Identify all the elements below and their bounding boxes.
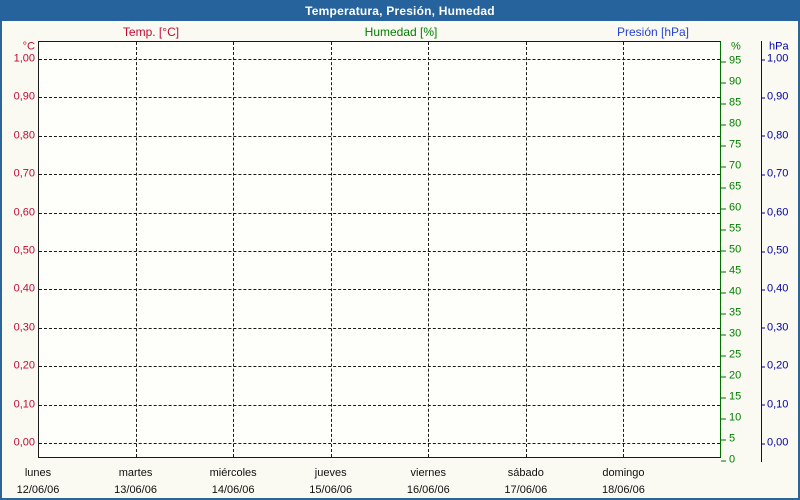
day-date: 17/06/06 — [504, 484, 548, 496]
temperature-axis-tick-label: 1,00 — [13, 52, 35, 65]
plot-area — [38, 41, 721, 458]
horizontal-gridline — [39, 366, 720, 368]
day-name: viernes — [410, 467, 447, 479]
day-date: 13/06/06 — [114, 484, 157, 496]
pressure-axis-tick-label: 0,40 — [761, 283, 788, 295]
temperature-axis-tick-label: 0,10 — [13, 398, 35, 411]
pressure-axis-tick-label: 0,90 — [761, 91, 788, 103]
humidity-axis-tick-label: 55 — [721, 223, 741, 235]
vertical-gridline — [135, 42, 137, 457]
humidity-axis-tick-label: 80 — [721, 118, 741, 130]
day-name: martes — [118, 467, 153, 479]
humidity-axis-tick-label: 35 — [721, 307, 741, 319]
horizontal-gridline — [39, 289, 720, 291]
temperature-axis-tick-label: 0,30 — [13, 321, 35, 334]
vertical-gridline — [330, 42, 332, 457]
humidity-axis-tick-label: 90 — [721, 76, 741, 88]
humidity-axis-tick-label: 15 — [721, 391, 741, 403]
horizontal-gridline — [39, 443, 720, 444]
humidity-axis-unit: % — [731, 40, 741, 53]
day-name: lunes — [24, 467, 52, 479]
legend-temperature: Temp. [°C] — [122, 25, 180, 39]
horizontal-gridline — [39, 404, 720, 406]
humidity-axis-tick-label: 40 — [721, 286, 741, 298]
vertical-gridline — [623, 42, 625, 457]
humidity-axis-tick-label: 70 — [721, 160, 741, 172]
temperature-axis-tick-label: 0,90 — [13, 90, 35, 103]
horizontal-gridline — [39, 251, 720, 252]
pressure-axis-tick-label: 0,70 — [761, 168, 788, 180]
x-axis-day-label: martes 13/06/06 — [114, 466, 157, 497]
humidity-axis-tick-label: 10 — [721, 412, 741, 424]
pressure-axis-unit: hPa — [769, 40, 789, 53]
x-axis-day-label: lunes 12/06/06 — [17, 466, 60, 497]
horizontal-gridline — [39, 135, 720, 137]
pressure-axis-tick-label: 0,50 — [761, 245, 788, 257]
day-date: 12/06/06 — [16, 484, 60, 496]
day-date: 18/06/06 — [602, 484, 645, 496]
horizontal-gridline — [39, 174, 720, 176]
temperature-axis-tick-label: 0,60 — [13, 206, 35, 219]
pressure-axis-tick-label: 0,20 — [761, 360, 788, 372]
day-date: 16/06/06 — [406, 484, 450, 496]
day-date: 14/06/06 — [211, 484, 255, 496]
day-name: jueves — [314, 467, 347, 479]
pressure-axis-tick-label: 1,00 — [761, 53, 788, 65]
humidity-axis-tick-label: 0 — [721, 454, 735, 466]
day-name: sábado — [507, 467, 544, 479]
pressure-axis-tick-label: 0,00 — [761, 437, 788, 449]
vertical-gridline — [525, 42, 527, 457]
x-axis-day-label: domingo 18/06/06 — [602, 466, 645, 497]
x-axis-day-label: sábado 17/06/06 — [504, 466, 547, 497]
pressure-axis-tick-label: 0,60 — [761, 207, 788, 218]
temperature-axis-tick-label: 0,40 — [13, 282, 35, 295]
horizontal-gridline — [39, 212, 720, 214]
humidity-axis-tick-label: 50 — [721, 244, 741, 256]
humidity-axis-tick-label: 25 — [721, 349, 741, 361]
humidity-axis-tick-label: 60 — [721, 202, 741, 214]
horizontal-gridline — [39, 97, 720, 99]
horizontal-gridline — [39, 59, 720, 60]
humidity-axis-tick-label: 5 — [721, 433, 735, 445]
day-name: miércoles — [209, 467, 257, 479]
window-title: Temperatura, Presión, Humedad — [305, 3, 495, 18]
day-date: 15/06/06 — [309, 484, 353, 496]
x-axis-day-label: viernes 16/06/06 — [407, 466, 450, 497]
humidity-axis-tick-label: 30 — [721, 328, 741, 340]
humidity-axis-tick-label: 20 — [721, 370, 741, 382]
temperature-axis-tick-label: 0,70 — [13, 167, 35, 180]
humidity-axis-tick-label: 75 — [721, 139, 741, 151]
legend-pressure: Presión [hPa] — [616, 25, 690, 39]
temperature-axis-unit: °C — [22, 40, 35, 53]
humidity-axis-tick-label: 45 — [721, 265, 741, 277]
vertical-gridline — [428, 42, 430, 457]
pressure-axis-tick-label: 0,80 — [761, 130, 788, 141]
temperature-axis-tick-label: 0,80 — [13, 129, 35, 142]
x-axis-day-label: miércoles 14/06/06 — [210, 466, 257, 497]
temperature-axis-tick-label: 0,00 — [13, 436, 35, 449]
legend-humidity: Humedad [%] — [364, 25, 438, 39]
vertical-gridline — [233, 42, 235, 457]
humidity-axis-tick-label: 95 — [721, 55, 741, 67]
humidity-axis-tick-label: 65 — [721, 181, 741, 193]
chart-window: Temperatura, Presión, Humedad Temp. [°C]… — [0, 0, 800, 500]
pressure-axis-tick-label: 0,30 — [761, 322, 788, 333]
humidity-axis-tick-label: 85 — [721, 97, 741, 109]
day-name: domingo — [602, 467, 645, 479]
temperature-axis-tick-label: 0,20 — [13, 359, 35, 372]
x-axis-day-label: jueves 15/06/06 — [309, 466, 352, 497]
pressure-axis-tick-label: 0,10 — [761, 399, 788, 410]
temperature-axis-tick-label: 0,50 — [13, 244, 35, 257]
title-bar: Temperatura, Presión, Humedad — [0, 0, 800, 21]
horizontal-gridline — [39, 327, 720, 329]
